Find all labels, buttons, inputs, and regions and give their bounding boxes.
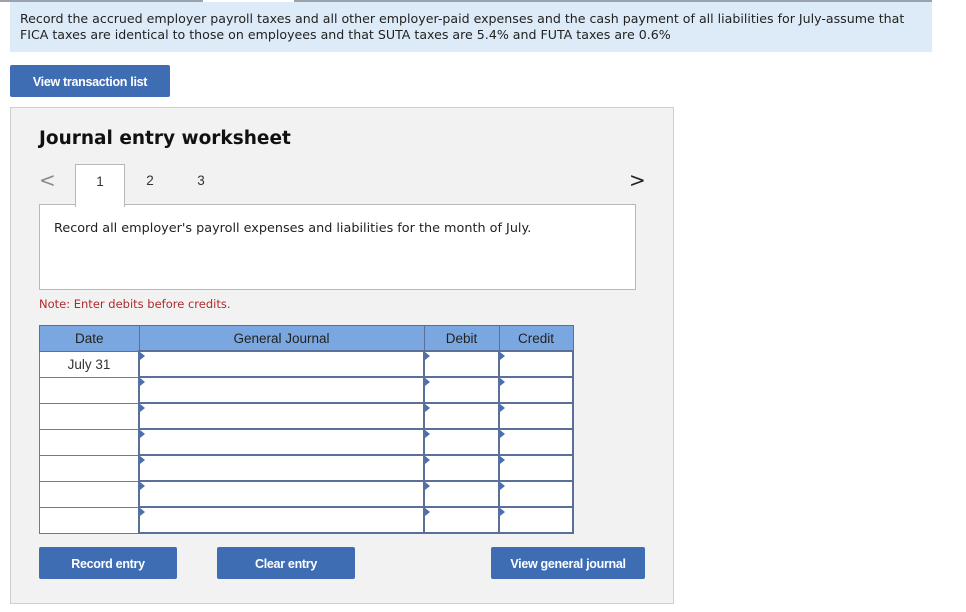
journal-row [39,402,574,430]
debit-input[interactable] [423,376,500,404]
general-journal-input[interactable] [138,376,425,404]
credit-input[interactable] [498,428,574,456]
credit-input[interactable] [498,454,574,482]
debit-input[interactable] [423,350,500,378]
debit-input[interactable] [423,506,500,534]
general-journal-input[interactable] [138,454,425,482]
header-general-journal: General Journal [138,325,425,352]
journal-entry-worksheet-panel: Journal entry worksheet < 1 2 3 > Record… [10,107,674,604]
header-debit: Debit [423,325,500,352]
journal-row: July 31 [39,350,574,378]
record-entry-button[interactable]: Record entry [39,547,177,579]
date-cell [39,376,140,404]
header-credit: Credit [498,325,574,352]
view-general-journal-button[interactable]: View general journal [491,547,645,579]
tab-1[interactable]: 1 [75,164,125,207]
general-journal-input[interactable] [138,506,425,534]
debit-input[interactable] [423,480,500,508]
date-cell: July 31 [39,350,140,378]
debit-input[interactable] [423,454,500,482]
general-journal-input[interactable] [138,428,425,456]
header-date: Date [39,325,140,352]
chevron-right-icon[interactable]: > [629,168,646,192]
general-journal-input[interactable] [138,480,425,508]
journal-row [39,454,574,482]
date-cell [39,454,140,482]
question-text: Record the accrued employer payroll taxe… [10,2,932,52]
general-journal-input[interactable] [138,402,425,430]
credit-input[interactable] [498,402,574,430]
worksheet-title: Journal entry worksheet [39,128,291,149]
view-transaction-list-button[interactable]: View transaction list [10,65,170,97]
credit-input[interactable] [498,480,574,508]
chevron-left-icon[interactable]: < [39,168,56,192]
credit-input[interactable] [498,350,574,378]
credit-input[interactable] [498,376,574,404]
date-cell [39,506,140,534]
date-cell [39,480,140,508]
tab-3[interactable]: 3 [176,164,226,205]
journal-row [39,428,574,456]
journal-row [39,376,574,404]
date-cell [39,402,140,430]
journal-row [39,480,574,508]
clear-entry-button[interactable]: Clear entry [217,547,355,579]
journal-header-row: Date General Journal Debit Credit [39,325,574,352]
credit-input[interactable] [498,506,574,534]
debit-input[interactable] [423,428,500,456]
general-journal-input[interactable] [138,350,425,378]
entry-description: Record all employer's payroll expenses a… [39,204,636,290]
debits-before-credits-note: Note: Enter debits before credits. [39,297,231,311]
debit-input[interactable] [423,402,500,430]
date-cell [39,428,140,456]
journal-row [39,506,574,534]
journal-table: Date General Journal Debit Credit July 3… [39,325,574,534]
entry-description-text: Record all employer's payroll expenses a… [54,221,532,236]
tab-2[interactable]: 2 [125,164,175,205]
